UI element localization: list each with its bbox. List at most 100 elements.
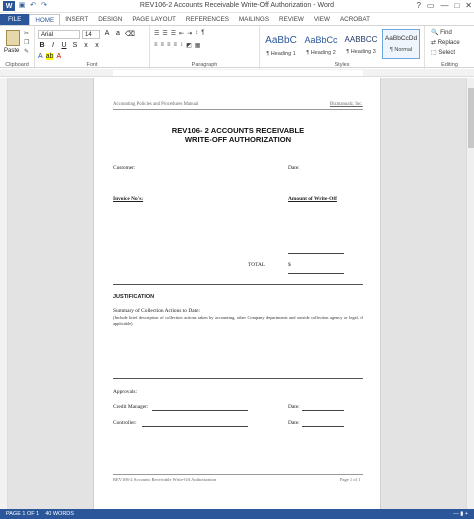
amount-line: [288, 253, 344, 254]
credit-manager-date-label: Date:: [288, 404, 300, 410]
justification-heading: JUSTIFICATION: [113, 294, 155, 300]
font-color-icon[interactable]: A: [56, 53, 61, 60]
bold-icon[interactable]: B: [38, 42, 46, 49]
tab-design[interactable]: DESIGN: [93, 14, 127, 25]
word-count[interactable]: 40 WORDS: [45, 511, 74, 517]
ribbon-tabs: FILE HOME INSERT DESIGN PAGE LAYOUT REFE…: [0, 13, 474, 25]
format-painter-icon[interactable]: ✎: [24, 48, 29, 55]
align-left-icon[interactable]: ≡: [154, 42, 158, 49]
numbering-icon[interactable]: ☰: [162, 30, 167, 37]
tab-mailings[interactable]: MAILINGS: [234, 14, 274, 25]
show-marks-icon[interactable]: ¶: [201, 30, 204, 37]
horizontal-ruler[interactable]: [0, 69, 474, 77]
increase-indent-icon[interactable]: ⇥: [187, 30, 192, 37]
superscript-icon[interactable]: x: [93, 42, 101, 49]
ribbon-home: Paste ✂ ❐ ✎ Clipboard Arial 14 A a ⌫ B I…: [0, 25, 474, 69]
justify-icon[interactable]: ≡: [174, 42, 178, 49]
zoom-slider[interactable]: — ▮ +: [453, 511, 468, 517]
date-label: Date:: [288, 165, 300, 171]
footer-rule: [113, 474, 363, 475]
paste-icon[interactable]: [6, 30, 20, 46]
paste-button[interactable]: Paste: [4, 48, 19, 54]
group-font: Arial 14 A a ⌫ B I U S x x A ab A Font: [35, 26, 150, 69]
approvals-label: Approvals:: [113, 389, 137, 395]
document-title-line2[interactable]: WRITE-OFF AUTHORIZATION: [113, 135, 363, 144]
font-size-select[interactable]: 14: [82, 30, 100, 39]
text-effects-icon[interactable]: A: [38, 53, 43, 60]
tab-view[interactable]: VIEW: [309, 14, 335, 25]
tab-acrobat[interactable]: ACROBAT: [335, 14, 375, 25]
title-bar: W ▣ ↶ ↷ REV106-2 Accounts Receivable Wri…: [0, 0, 474, 13]
tab-insert[interactable]: INSERT: [60, 14, 93, 25]
shading-icon[interactable]: ◩: [186, 42, 192, 49]
italic-icon[interactable]: I: [49, 42, 57, 49]
controller-line: [142, 426, 248, 427]
minimize-icon[interactable]: —: [440, 1, 448, 10]
underline-icon[interactable]: U: [60, 42, 68, 49]
editing-label: Editing: [441, 62, 458, 68]
cut-icon[interactable]: ✂: [24, 30, 29, 37]
font-family-select[interactable]: Arial: [38, 30, 80, 39]
multilevel-list-icon[interactable]: ☰: [171, 30, 176, 37]
group-styles: AaBbC ¶ Heading 1 AaBbCc ¶ Heading 2 AAB…: [260, 26, 425, 69]
summary-label: Summary of Collection Actions to Date:: [113, 308, 200, 314]
tab-page-layout[interactable]: PAGE LAYOUT: [127, 14, 181, 25]
clipboard-label: Clipboard: [5, 62, 29, 68]
document-title-line1[interactable]: REV106- 2 ACCOUNTS RECEIVABLE: [113, 126, 363, 135]
summary-note: (Include brief description of collection…: [113, 315, 363, 326]
find-button[interactable]: 🔍 Find: [431, 29, 452, 36]
total-label: TOTAL: [248, 262, 266, 268]
close-icon[interactable]: ✕: [465, 1, 472, 10]
replace-button[interactable]: ⇄ Replace: [431, 39, 460, 46]
tab-file[interactable]: FILE: [0, 14, 30, 25]
tab-references[interactable]: REFERENCES: [181, 14, 234, 25]
borders-icon[interactable]: ▦: [195, 42, 201, 49]
page-header-right: Bizmanualz, Inc.: [330, 102, 363, 107]
help-icon[interactable]: ?: [416, 1, 420, 10]
customer-label: Customer:: [113, 165, 136, 171]
copy-icon[interactable]: ❐: [24, 39, 29, 46]
grow-font-icon[interactable]: A: [103, 30, 111, 38]
style-normal[interactable]: AaBbCcDd ¶ Normal: [382, 29, 420, 59]
window-title: REV106-2 Accounts Receivable Write-Off A…: [139, 2, 335, 9]
total-line: [288, 273, 344, 274]
replace-icon: ⇄: [431, 40, 437, 46]
font-label: Font: [86, 62, 98, 68]
shrink-font-icon[interactable]: a: [114, 30, 122, 38]
tab-review[interactable]: REVIEW: [274, 14, 309, 25]
vertical-ruler[interactable]: [0, 78, 8, 509]
page-footer-left: REV106-2 Accounts Receivable Write-Off A…: [113, 477, 217, 482]
header-rule: [113, 109, 363, 110]
styles-label: Styles: [334, 62, 350, 68]
maximize-icon[interactable]: □: [454, 1, 459, 10]
vertical-scrollbar[interactable]: [466, 78, 474, 509]
tab-home[interactable]: HOME: [29, 14, 61, 25]
status-bar: PAGE 1 OF 1 40 WORDS — ▮ +: [0, 509, 474, 519]
find-icon: 🔍: [431, 30, 439, 36]
ribbon-display-icon[interactable]: ▭: [427, 1, 435, 10]
line-spacing-icon[interactable]: ↕: [180, 42, 183, 49]
paragraph-label: Paragraph: [191, 62, 218, 68]
style-heading-3[interactable]: AABBCC ¶ Heading 3: [342, 29, 380, 59]
align-center-icon[interactable]: ≡: [161, 42, 165, 49]
controller-date-line: [302, 426, 344, 427]
sort-icon[interactable]: ↕: [195, 30, 198, 37]
bullets-icon[interactable]: ☰: [154, 30, 159, 37]
style-heading-2[interactable]: AaBbCc ¶ Heading 2: [302, 29, 340, 59]
group-paragraph: ☰ ☰ ☰ ⇤ ⇥ ↕ ¶ ≡ ≡ ≡ ≡ ↕ ◩ ▦ Paragraph: [150, 26, 260, 69]
subscript-icon[interactable]: x: [82, 42, 90, 49]
section-rule-1: [113, 284, 363, 285]
highlight-icon[interactable]: ab: [45, 53, 54, 60]
strikethrough-icon[interactable]: S: [71, 42, 79, 49]
group-clipboard: Paste ✂ ❐ ✎ Clipboard: [0, 26, 35, 69]
align-right-icon[interactable]: ≡: [167, 42, 171, 49]
select-button[interactable]: ⬚ Select: [431, 49, 455, 56]
scroll-thumb[interactable]: [468, 88, 474, 148]
credit-manager-date-line: [302, 410, 344, 411]
style-heading-1[interactable]: AaBbC ¶ Heading 1: [262, 29, 300, 59]
page-count[interactable]: PAGE 1 OF 1: [6, 511, 39, 517]
credit-manager-line: [152, 410, 248, 411]
page-footer-right: Page 1 of 1: [340, 477, 361, 482]
clear-format-icon[interactable]: ⌫: [125, 30, 135, 38]
decrease-indent-icon[interactable]: ⇤: [179, 30, 184, 37]
